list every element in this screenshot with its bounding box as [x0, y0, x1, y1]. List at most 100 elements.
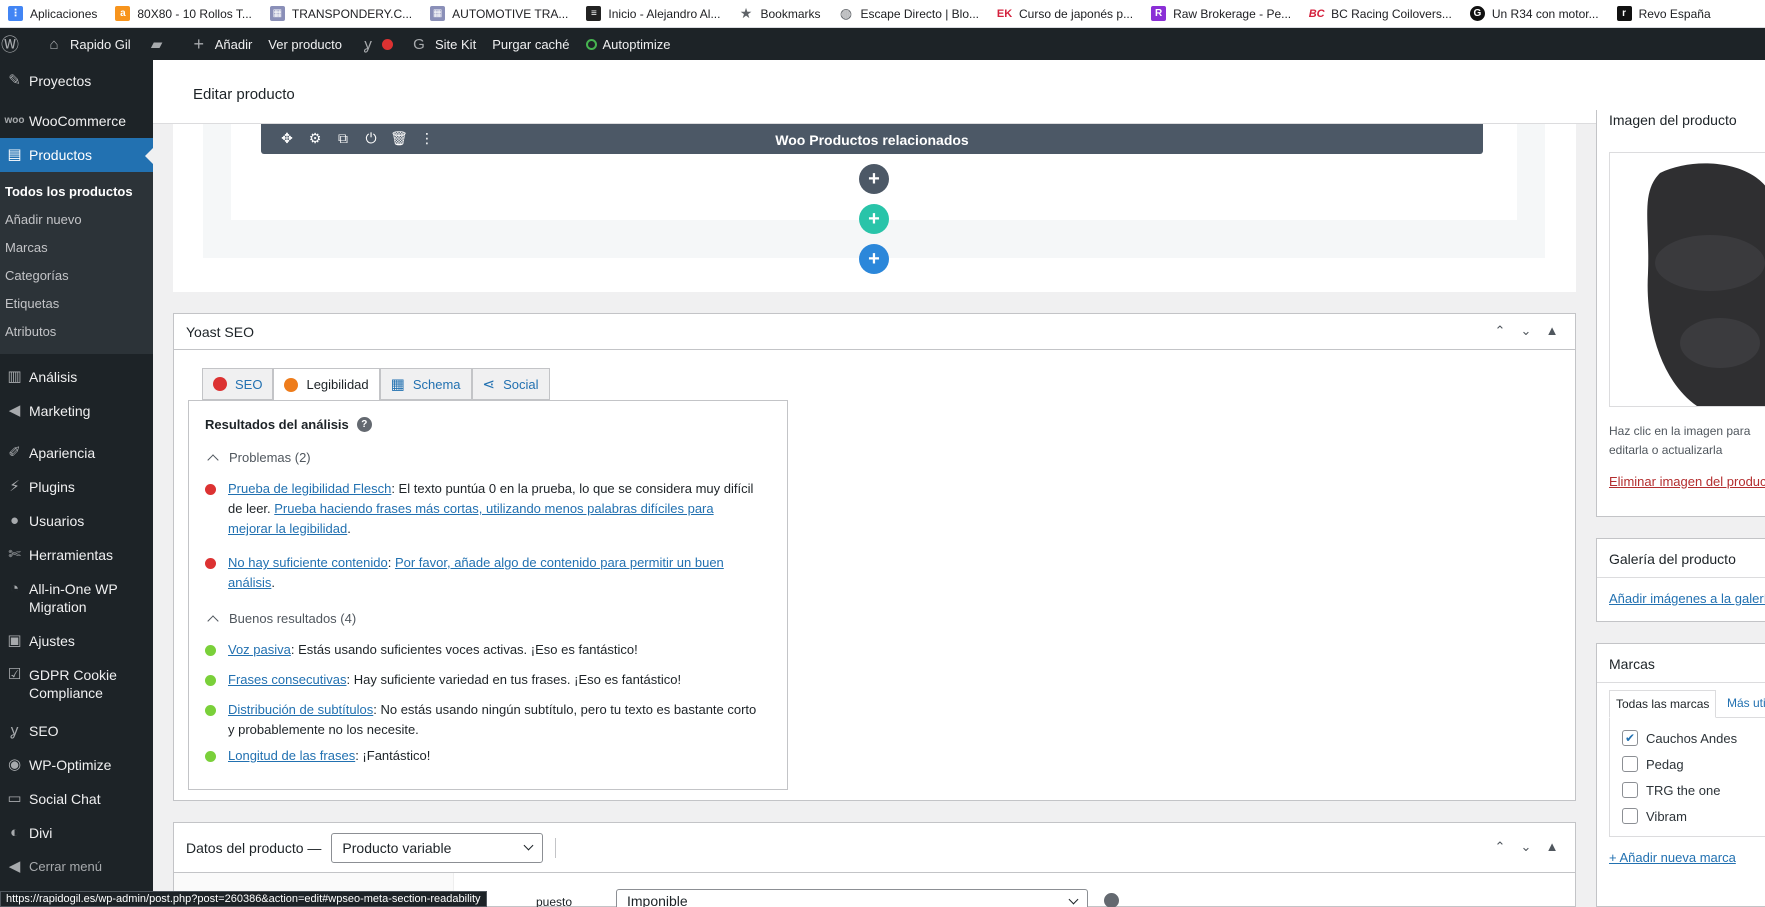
- bookmark-item[interactable]: a 80X80 - 10 Rollos T...: [115, 6, 252, 21]
- sidebar-item-seo[interactable]: ỿ SEO: [0, 714, 153, 748]
- problems-toggle[interactable]: Problemas (2): [205, 450, 771, 466]
- bookmark-item[interactable]: EK Curso de japonés p...: [997, 6, 1133, 21]
- submenu-attributes[interactable]: Atributos: [0, 318, 153, 346]
- brush-icon: ✐: [8, 444, 21, 461]
- red-bullet-icon: [205, 484, 216, 495]
- submenu-categories[interactable]: Categorías: [0, 262, 153, 290]
- raw-icon: R: [1151, 6, 1167, 21]
- seo-score-dot: [382, 38, 393, 50]
- help-icon[interactable]: ?: [356, 417, 372, 432]
- submenu-all-products[interactable]: Todos los productos: [0, 178, 153, 206]
- sidebar-item-ajustes[interactable]: ▣ Ajustes: [0, 624, 153, 658]
- chevron-down-icon[interactable]: ⌄: [1513, 323, 1539, 339]
- sidebar-item-divi[interactable]: ◐ Divi: [0, 816, 153, 850]
- add-module-button[interactable]: +: [859, 164, 889, 194]
- result-link[interactable]: Prueba haciendo frases más cortas, utili…: [228, 501, 714, 536]
- submenu-brands[interactable]: Marcas: [0, 234, 153, 262]
- site-kit-link[interactable]: G Site Kit: [401, 28, 484, 60]
- brand-tab-most-used[interactable]: Más utilizadas: [1727, 696, 1765, 710]
- bookmark-item[interactable]: r Revo España: [1616, 6, 1711, 21]
- sidebar-item-wp-optimize[interactable]: ◉ WP-Optimize: [0, 748, 153, 782]
- neutral-face-icon: [284, 377, 299, 392]
- view-product-link[interactable]: Ver producto: [260, 28, 350, 60]
- checkbox[interactable]: [1622, 756, 1638, 772]
- divi-icon: ◐: [9, 824, 20, 841]
- module-title: Woo Productos relacionados: [775, 132, 969, 148]
- checkbox[interactable]: [1622, 782, 1638, 798]
- brand-checkbox-row[interactable]: Pedag: [1622, 756, 1765, 772]
- header-divider: [555, 837, 557, 858]
- brand-tab-all[interactable]: Todas las marcas: [1609, 690, 1717, 718]
- bookmark-item[interactable]: R Raw Brokerage - Pe...: [1151, 6, 1291, 21]
- result-link[interactable]: Longitud de las frases: [228, 748, 355, 763]
- help-icon[interactable]: [1104, 893, 1119, 907]
- comments-link[interactable]: ▰: [139, 28, 181, 60]
- tab-social[interactable]: ⋖ Social: [471, 368, 550, 400]
- sidebar-item-usuarios[interactable]: ● Usuarios: [0, 504, 153, 538]
- site-name-link[interactable]: ⌂ Rapido Gil: [36, 28, 139, 60]
- sidebar-item-proyectos[interactable]: ✎ Proyectos: [0, 64, 153, 98]
- sidebar-item-analisis[interactable]: ▥ Análisis: [0, 360, 153, 394]
- chevron-up-icon[interactable]: ⌃: [1487, 839, 1513, 855]
- add-section-button[interactable]: +: [859, 244, 889, 274]
- sidebar-item-herramientas[interactable]: ✄ Herramientas: [0, 538, 153, 572]
- wordpress-icon: Ⓦ: [1, 35, 19, 55]
- analysis-title: Resultados del análisis?: [205, 417, 771, 432]
- sidebar-item-gdpr[interactable]: ☑ GDPR Cookie Compliance: [0, 658, 153, 710]
- sidebar-item-plugins[interactable]: ⚡ Plugins: [0, 470, 153, 504]
- collapse-triangle-icon[interactable]: ▲: [1539, 323, 1565, 339]
- yoast-menu[interactable]: ỿ: [350, 28, 401, 60]
- bookmark-apps[interactable]: ⋮ Aplicaciones: [8, 6, 97, 21]
- result-link[interactable]: Distribución de subtítulos: [228, 702, 373, 717]
- divi-module-bar[interactable]: ✥ ⚙ ⧉ ⏻ 🗑 ⋮ Woo Productos relacionados: [261, 124, 1483, 154]
- result-link[interactable]: Prueba de legibilidad Flesch: [228, 481, 391, 496]
- chevron-up-icon[interactable]: ⌃: [1487, 323, 1513, 339]
- result-link[interactable]: Frases consecutivas: [228, 672, 347, 687]
- submenu-add-new[interactable]: Añadir nuevo: [0, 206, 153, 234]
- sidebar-item-woocommerce[interactable]: woo WooCommerce: [0, 104, 153, 138]
- status-url-bar: https://rapidogil.es/wp-admin/post.php?p…: [0, 891, 487, 907]
- add-row-button[interactable]: +: [859, 204, 889, 234]
- remove-image-link[interactable]: Eliminar imagen del producto: [1609, 474, 1765, 489]
- product-type-select[interactable]: Producto variable: [331, 832, 544, 863]
- sidebar-item-apariencia[interactable]: ✐ Apariencia: [0, 436, 153, 470]
- bookmark-item[interactable]: BC BC Racing Coilovers...: [1309, 6, 1452, 21]
- autoptimize-link[interactable]: Autoptimize: [578, 28, 679, 60]
- brand-checkbox-row[interactable]: TRG the one: [1622, 782, 1765, 798]
- result-link[interactable]: No hay suficiente contenido: [228, 555, 388, 570]
- tab-schema[interactable]: ▦ Schema: [379, 368, 472, 400]
- product-data-label: Datos del producto —: [186, 839, 322, 856]
- sidebar-item-marketing[interactable]: ◀ Marketing: [0, 394, 153, 428]
- tab-readability[interactable]: Legibilidad: [273, 368, 380, 401]
- brand-checkbox-row[interactable]: ✔ Cauchos Andes: [1622, 730, 1765, 746]
- checkbox[interactable]: [1622, 808, 1638, 824]
- add-new-link[interactable]: + Añadir: [181, 28, 261, 60]
- bookmark-item[interactable]: ▦ TRANSPONDERY.C...: [269, 6, 412, 21]
- good-results-toggle[interactable]: Buenos resultados (4): [205, 611, 771, 627]
- bookmark-item[interactable]: ≡ Inicio - Alejandro Al...: [586, 6, 720, 21]
- purge-cache-link[interactable]: Purgar caché: [484, 28, 577, 60]
- tax-status-select[interactable]: Imponible: [616, 889, 1088, 907]
- sidebar-item-productos[interactable]: ▤ Productos: [0, 138, 153, 172]
- sidebar-item-migration[interactable]: ◔ All-in-One WP Migration: [0, 572, 153, 624]
- product-image[interactable]: [1609, 152, 1765, 407]
- list-item: Frases consecutivas: Hay suficiente vari…: [205, 670, 771, 690]
- bookmark-item[interactable]: ◍ Escape Directo | Blo...: [839, 5, 979, 21]
- checkbox-checked[interactable]: ✔: [1622, 730, 1638, 746]
- sidebar-item-social-chat[interactable]: ▭ Social Chat: [0, 782, 153, 816]
- archive-icon: ▤: [7, 146, 22, 163]
- collapse-triangle-icon[interactable]: ▲: [1539, 839, 1565, 855]
- add-gallery-images-link[interactable]: Añadir imágenes a la galería: [1609, 591, 1765, 606]
- result-link[interactable]: Voz pasiva: [228, 642, 291, 657]
- sidebar-collapse-menu[interactable]: ◀ Cerrar menú: [0, 850, 153, 884]
- bookmark-item[interactable]: ▦ AUTOMOTIVE TRA...: [430, 6, 568, 21]
- chevron-down-icon[interactable]: ⌄: [1513, 839, 1539, 855]
- submenu-tags[interactable]: Etiquetas: [0, 290, 153, 318]
- bookmark-item[interactable]: G Un R34 con motor...: [1469, 6, 1599, 21]
- wordpress-logo[interactable]: Ⓦ: [0, 28, 36, 60]
- bookmark-item[interactable]: ★ Bookmarks: [738, 5, 821, 21]
- brand-checkbox-row[interactable]: Vibram: [1622, 808, 1765, 824]
- tab-seo[interactable]: SEO: [202, 368, 274, 400]
- megaphone-icon: ◀: [8, 402, 21, 419]
- add-brand-link[interactable]: + Añadir nueva marca: [1609, 850, 1736, 865]
